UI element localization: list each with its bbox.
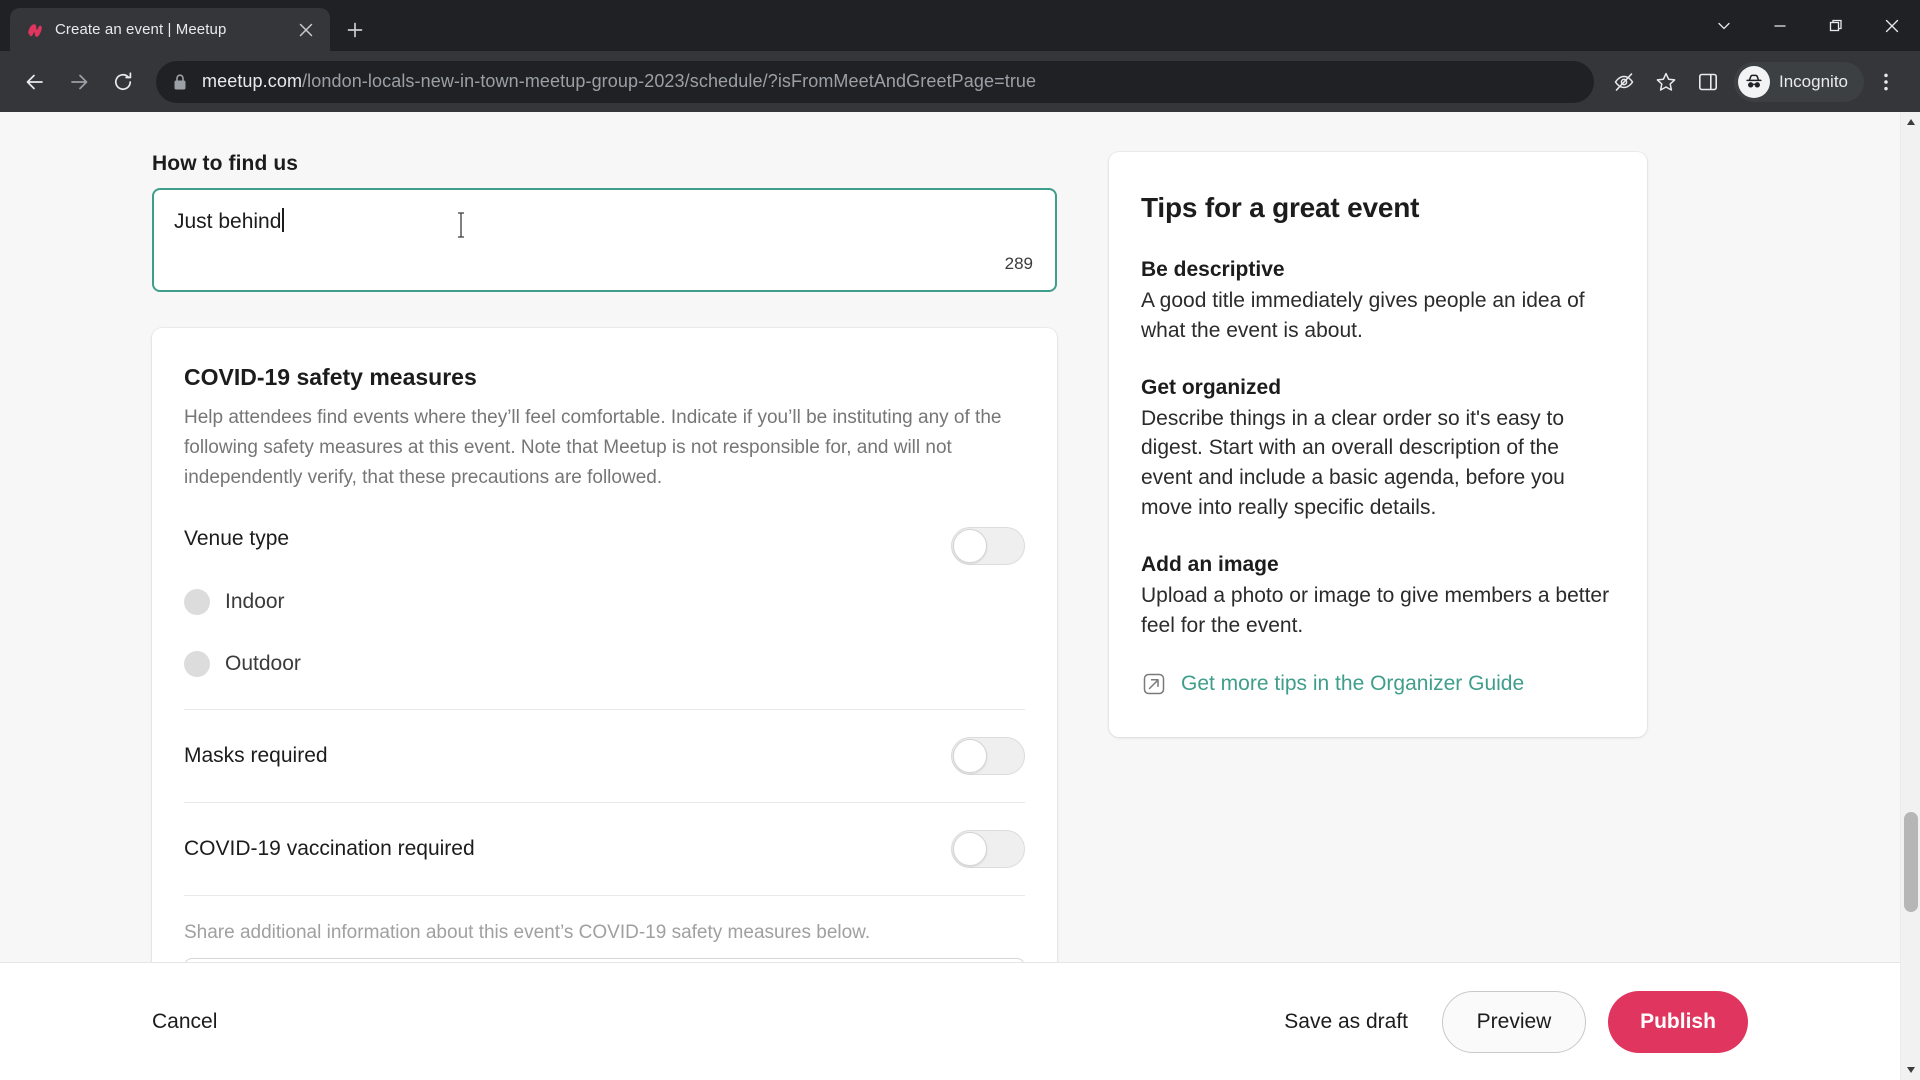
save-as-draft-button[interactable]: Save as draft: [1272, 1010, 1420, 1034]
tip-item: Be descriptive A good title immediately …: [1141, 258, 1611, 346]
tip-body: Upload a photo or image to give members …: [1141, 583, 1610, 637]
scroll-down-arrow-icon[interactable]: [1901, 1060, 1920, 1080]
window-controls: [1696, 0, 1920, 51]
tip-item: Add an image Upload a photo or image to …: [1141, 553, 1611, 641]
external-link-icon: [1141, 671, 1167, 697]
vaccination-required-label: COVID-19 vaccination required: [184, 837, 475, 861]
publish-button[interactable]: Publish: [1608, 990, 1748, 1053]
content-columns: How to find us Just behind 289 COVID-19 …: [0, 112, 1900, 1080]
primary-actions: Save as draft Preview Publish: [1272, 990, 1748, 1053]
cancel-button[interactable]: Cancel: [152, 1010, 217, 1034]
tip-heading: Be descriptive: [1141, 258, 1285, 281]
url-domain: meetup.com: [202, 71, 303, 91]
radio-label: Indoor: [225, 590, 285, 614]
radio-label: Outdoor: [225, 652, 301, 676]
back-arrow-icon[interactable]: [14, 61, 56, 103]
tip-heading: Get organized: [1141, 375, 1282, 399]
address-bar[interactable]: meetup.com/london-locals-new-in-town-mee…: [156, 60, 1594, 103]
window-close-icon[interactable]: [1864, 0, 1920, 51]
side-panel-icon[interactable]: [1688, 62, 1728, 102]
scrollbar-thumb[interactable]: [1904, 812, 1918, 912]
tips-panel-title: Tips for a great event: [1141, 192, 1420, 223]
tip-heading: Add an image: [1141, 552, 1279, 576]
three-dot-menu-icon[interactable]: [1866, 62, 1906, 102]
star-icon[interactable]: [1646, 62, 1686, 102]
toggle-knob: [953, 529, 987, 564]
meetup-logo-icon: [26, 21, 44, 39]
how-to-find-us-value: Just behind: [174, 210, 282, 233]
venue-type-toggle[interactable]: [951, 527, 1025, 566]
covid-safety-card: COVID-19 safety measures Help attendees …: [152, 328, 1057, 1019]
toggle-knob: [953, 832, 987, 867]
profile-label: Incognito: [1779, 71, 1848, 91]
masks-required-row: Masks required: [184, 710, 1025, 802]
radio-option-outdoor[interactable]: Outdoor: [184, 641, 1025, 687]
eye-slash-icon[interactable]: [1604, 62, 1644, 102]
minimize-icon[interactable]: [1752, 0, 1808, 51]
address-bar-url: meetup.com/london-locals-new-in-town-mee…: [202, 71, 1036, 92]
masks-required-toggle[interactable]: [951, 737, 1025, 776]
i-beam-cursor-icon: [456, 212, 466, 238]
organizer-guide-link-text: Get more tips in the Organizer Guide: [1181, 671, 1525, 695]
preview-button[interactable]: Preview: [1442, 990, 1586, 1053]
tips-column: Tips for a great event Be descriptive A …: [1109, 152, 1647, 1080]
tips-panel: Tips for a great event Be descriptive A …: [1109, 152, 1647, 737]
venue-type-row: Venue type: [184, 493, 1025, 579]
covid-section-title: COVID-19 safety measures: [184, 364, 477, 390]
restore-icon[interactable]: [1808, 0, 1864, 51]
forward-arrow-icon[interactable]: [58, 61, 100, 103]
form-column: How to find us Just behind 289 COVID-19 …: [152, 152, 1057, 1080]
form-action-bar: Cancel Save as draft Preview Publish: [0, 962, 1900, 1080]
radio-icon: [184, 589, 210, 616]
venue-type-label: Venue type: [184, 527, 290, 551]
reload-icon[interactable]: [102, 61, 144, 103]
browser-window: Create an event | Meetup meetup.com/lond…: [0, 0, 1920, 1080]
page-viewport: How to find us Just behind 289 COVID-19 …: [0, 112, 1920, 1080]
how-to-find-us-input[interactable]: Just behind 289: [152, 188, 1057, 292]
covid-section-description: Help attendees find events where they’ll…: [184, 407, 1002, 489]
masks-required-label: Masks required: [184, 744, 328, 768]
vertical-scrollbar[interactable]: [1900, 112, 1920, 1080]
tab-search-chevron-down-icon[interactable]: [1696, 0, 1752, 51]
incognito-avatar-icon: [1738, 65, 1770, 98]
lock-icon: [172, 73, 188, 91]
covid-helper-text: Share additional information about this …: [184, 922, 871, 944]
venue-type-options: Indoor Outdoor: [184, 579, 1025, 709]
scroll-up-arrow-icon[interactable]: [1901, 112, 1920, 132]
how-to-find-us-label: How to find us: [152, 152, 299, 175]
vaccination-required-toggle[interactable]: [951, 830, 1025, 869]
tip-item: Get organized Describe things in a clear…: [1141, 376, 1611, 523]
radio-icon: [184, 651, 210, 678]
tab-close-icon[interactable]: [294, 18, 318, 42]
browser-tab[interactable]: Create an event | Meetup: [10, 8, 330, 51]
tab-strip: Create an event | Meetup: [0, 0, 1920, 51]
character-count: 289: [1004, 254, 1033, 273]
tip-body: Describe things in a clear order so it's…: [1141, 406, 1565, 520]
page-content: How to find us Just behind 289 COVID-19 …: [0, 112, 1900, 1080]
organizer-guide-link[interactable]: Get more tips in the Organizer Guide: [1141, 671, 1611, 697]
vaccination-required-row: COVID-19 vaccination required: [184, 803, 1025, 895]
toggle-knob: [953, 739, 987, 774]
radio-option-indoor[interactable]: Indoor: [184, 579, 1025, 625]
new-tab-button[interactable]: [338, 13, 372, 47]
url-path: /london-locals-new-in-town-meetup-group-…: [302, 71, 1037, 91]
tip-body: A good title immediately gives people an…: [1141, 289, 1585, 342]
tab-title: Create an event | Meetup: [55, 21, 227, 38]
profile-incognito-button[interactable]: Incognito: [1734, 61, 1864, 102]
text-caret: [282, 208, 284, 232]
browser-toolbar: meetup.com/london-locals-new-in-town-mee…: [0, 51, 1920, 112]
